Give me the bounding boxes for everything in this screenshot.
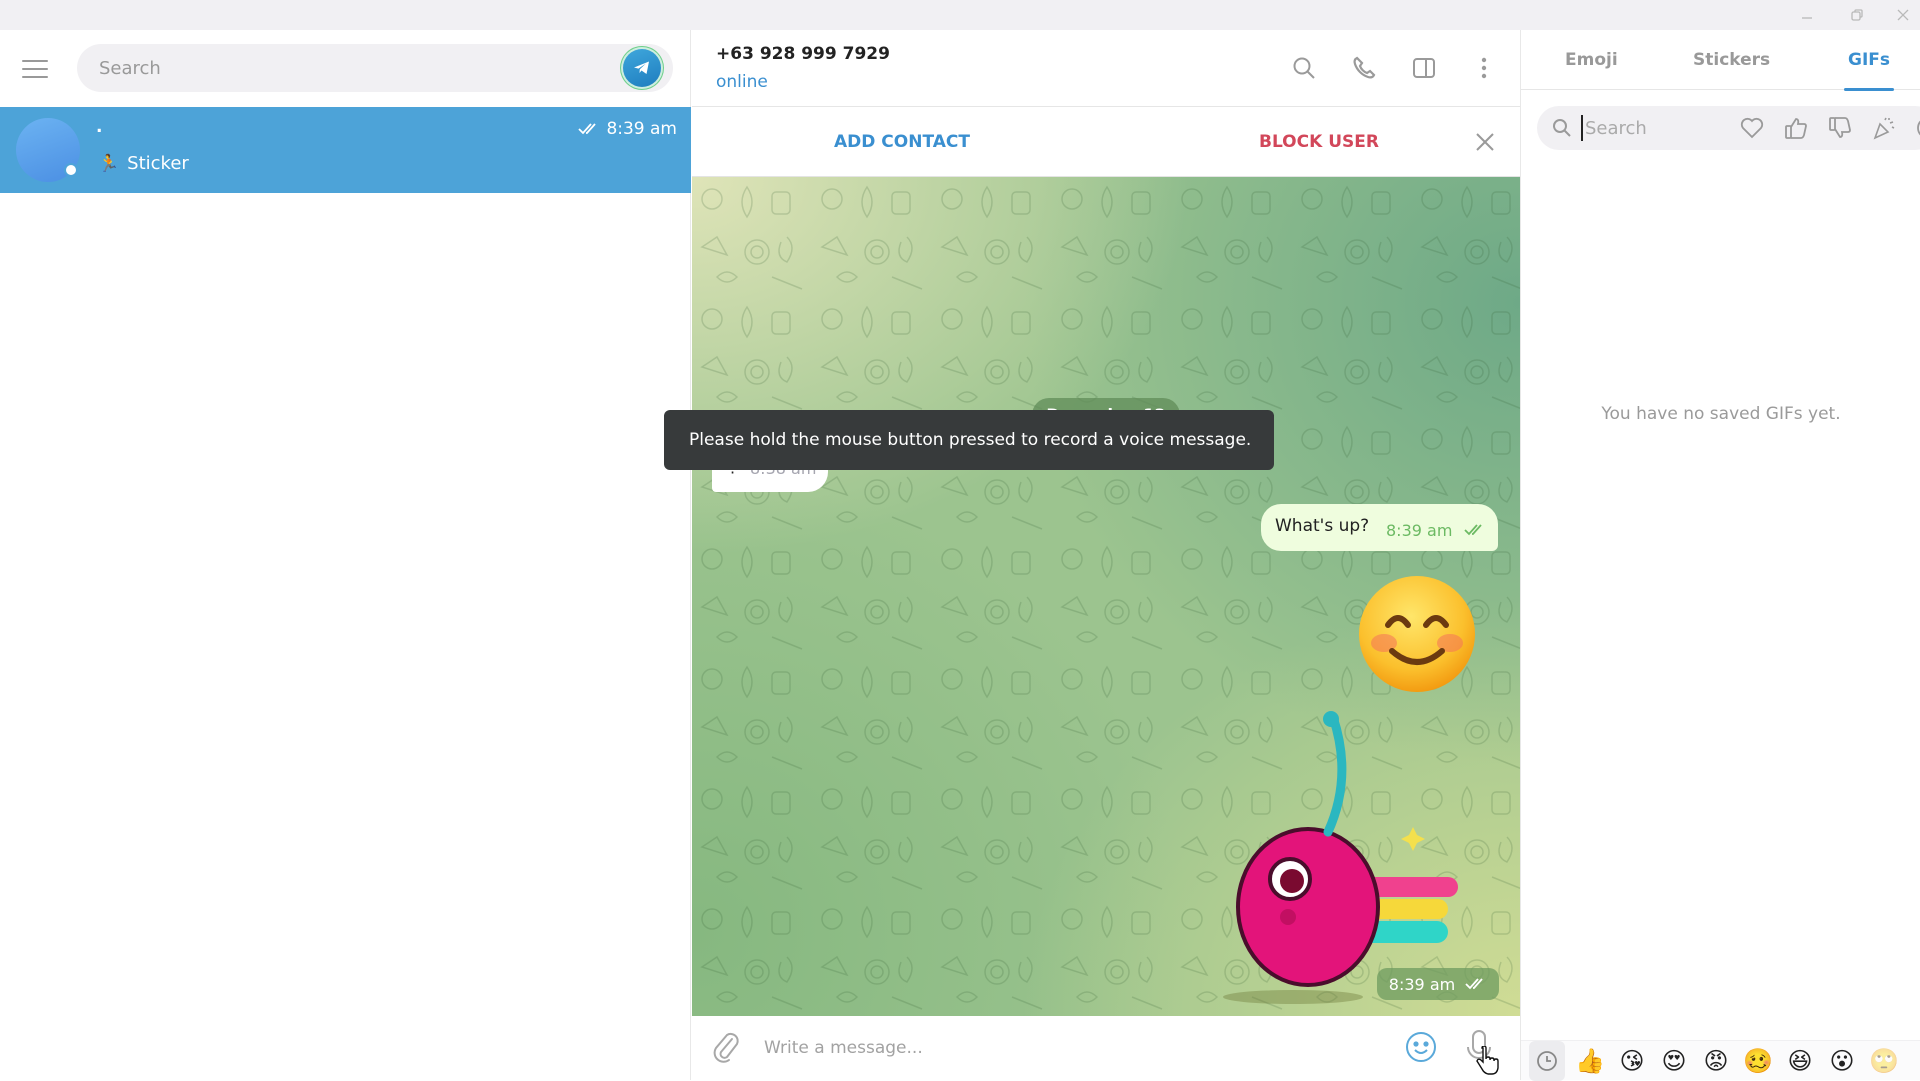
call-button[interactable] bbox=[1344, 50, 1384, 86]
emoji-surprised[interactable]: 😮 bbox=[1821, 1041, 1863, 1081]
sticker-timestamp: 8:39 am bbox=[1377, 968, 1499, 1000]
thumbs-down-icon bbox=[1829, 117, 1851, 138]
restore-icon bbox=[1851, 9, 1863, 21]
panel-tabs: Emoji Stickers GIFs bbox=[1521, 30, 1920, 91]
party-icon bbox=[1873, 117, 1895, 140]
tab-stickers[interactable]: Stickers bbox=[1693, 30, 1770, 90]
contact-action-bar: ADD CONTACT BLOCK USER bbox=[692, 107, 1520, 177]
gif-category-party[interactable] bbox=[1869, 113, 1899, 143]
double-check-icon bbox=[1464, 524, 1482, 536]
smiling-emoji-message[interactable] bbox=[1356, 573, 1478, 695]
hamburger-menu-icon[interactable] bbox=[22, 55, 54, 83]
close-icon[interactable] bbox=[1472, 129, 1498, 155]
cherry-sticker-message[interactable] bbox=[1218, 707, 1468, 1007]
recent-emoji-strip: 👍 😘 😍 😡 🥴 😆 😮 🙄 bbox=[1521, 1040, 1920, 1081]
chat-list-panel: . 8:39 am 🏃 Sticker bbox=[0, 30, 691, 1080]
message-input[interactable] bbox=[764, 1026, 1364, 1070]
heart-icon bbox=[1740, 117, 1764, 139]
message-composer bbox=[692, 1016, 1520, 1080]
gif-category-dislike[interactable] bbox=[1825, 113, 1855, 143]
phone-icon bbox=[1353, 56, 1376, 79]
message-area[interactable]: December 12 · 8:38 am What's up? 8:39 am bbox=[692, 177, 1520, 1016]
chat-list-item[interactable]: . 8:39 am 🏃 Sticker bbox=[0, 107, 691, 193]
telegram-logo-button[interactable] bbox=[623, 49, 661, 87]
outgoing-message[interactable]: What's up? 8:39 am bbox=[1261, 504, 1498, 551]
more-vertical-icon bbox=[1481, 57, 1487, 79]
chat-search-input[interactable] bbox=[99, 44, 599, 92]
more-options-button[interactable] bbox=[1464, 50, 1504, 86]
search-icon bbox=[1553, 119, 1571, 137]
gif-category-love[interactable] bbox=[1737, 113, 1767, 143]
recent-icon bbox=[1537, 1050, 1557, 1071]
chat-preview: 🏃 Sticker bbox=[98, 153, 189, 174]
preview-emoji: 🏃 bbox=[98, 153, 120, 174]
search-in-chat-button[interactable] bbox=[1284, 50, 1324, 86]
gif-search-box bbox=[1537, 106, 1920, 150]
chat-panel: +63 928 999 7929 online ADD CONTACT BLOC… bbox=[664, 30, 1520, 1080]
recent-emoji-button[interactable] bbox=[1529, 1040, 1565, 1081]
close-window-button[interactable] bbox=[1880, 0, 1920, 30]
no-gifs-message: You have no saved GIFs yet. bbox=[1601, 404, 1841, 424]
preview-text: Sticker bbox=[127, 153, 189, 174]
thumbs-up-icon bbox=[1785, 118, 1807, 139]
minimize-button[interactable] bbox=[1784, 0, 1830, 30]
emoji-laughing[interactable]: 😆 bbox=[1779, 1041, 1821, 1081]
double-check-icon bbox=[1465, 978, 1483, 990]
smile-icon bbox=[1917, 120, 1920, 136]
search-icon bbox=[1293, 57, 1315, 79]
tab-emoji[interactable]: Emoji bbox=[1565, 30, 1618, 90]
gif-category-happy[interactable] bbox=[1913, 113, 1920, 143]
restore-button[interactable] bbox=[1834, 0, 1880, 30]
toggle-sidebar-button[interactable] bbox=[1404, 50, 1444, 86]
chat-time: 8:39 am bbox=[578, 119, 677, 139]
smile-icon[interactable] bbox=[1404, 1030, 1438, 1064]
gif-category-like[interactable] bbox=[1781, 113, 1811, 143]
message-time: 8:39 am bbox=[1386, 521, 1453, 540]
chat-search-box bbox=[77, 44, 673, 92]
peer-status: online bbox=[716, 72, 768, 92]
add-contact-button[interactable]: ADD CONTACT bbox=[834, 107, 970, 177]
paper-plane-icon bbox=[634, 61, 649, 74]
peer-name[interactable]: +63 928 999 7929 bbox=[716, 44, 890, 64]
emoji-kissing-wink[interactable]: 😘 bbox=[1611, 1041, 1653, 1081]
double-check-icon bbox=[578, 123, 597, 135]
emoji-angry[interactable]: 😡 bbox=[1695, 1041, 1737, 1081]
emoji-eye-roll[interactable]: 🙄 bbox=[1863, 1041, 1905, 1081]
close-icon bbox=[1897, 9, 1909, 21]
emoji-thumbs-up[interactable]: 👍 bbox=[1569, 1041, 1611, 1081]
emoji-sticker-gif-panel: Emoji Stickers GIFs You have no saved GI… bbox=[1520, 30, 1920, 1081]
microphone-icon[interactable] bbox=[1462, 1028, 1496, 1068]
minimize-icon bbox=[1802, 17, 1812, 19]
block-user-button[interactable]: BLOCK USER bbox=[1259, 107, 1379, 177]
emoji-woozy[interactable]: 🥴 bbox=[1737, 1041, 1779, 1081]
gif-search-input[interactable] bbox=[1581, 115, 1721, 141]
tab-gifs[interactable]: GIFs bbox=[1843, 30, 1895, 91]
chat-header: +63 928 999 7929 online bbox=[692, 30, 1520, 107]
emoji-heart-eyes[interactable]: 😍 bbox=[1653, 1041, 1695, 1081]
sidebar-toggle-icon bbox=[1413, 58, 1435, 78]
online-indicator bbox=[64, 163, 78, 177]
chat-name: . bbox=[96, 117, 103, 137]
message-text: What's up? bbox=[1275, 516, 1370, 536]
window-titlebar bbox=[0, 0, 1920, 30]
paperclip-icon[interactable] bbox=[710, 1030, 742, 1064]
voice-record-tooltip: Please hold the mouse button pressed to … bbox=[664, 410, 1274, 470]
